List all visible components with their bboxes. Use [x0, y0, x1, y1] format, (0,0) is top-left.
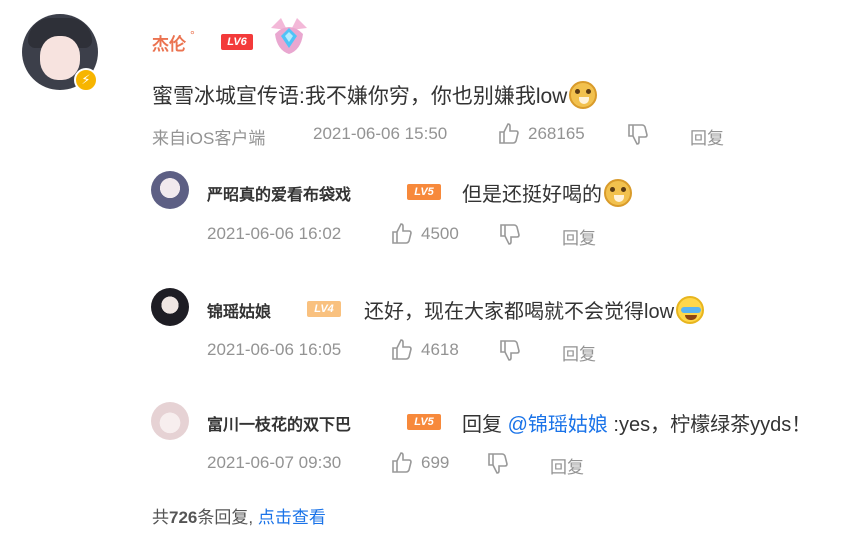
dislike-icon[interactable] [498, 338, 522, 362]
like-icon[interactable] [390, 222, 414, 246]
view-all-replies-link[interactable]: 点击查看 [258, 508, 326, 527]
reply-summary: 共726条回复, 点击查看 [152, 508, 326, 527]
doge-rose-emoji-icon [604, 179, 632, 207]
reply-text: 还好，现在大家都喝就不会觉得low [364, 295, 705, 324]
reply-button[interactable]: 回复 [550, 453, 584, 478]
avatar[interactable] [151, 288, 189, 326]
degree-icon: ° [190, 28, 195, 42]
dislike-icon[interactable] [498, 222, 522, 246]
verified-badge-icon: ⚡ [74, 68, 98, 92]
reply-text: 回复 @锦瑶姑娘 :yes，柠檬绿茶yyds！ [462, 414, 812, 436]
medal-icon [271, 18, 307, 54]
like-icon[interactable] [390, 451, 414, 475]
dislike-icon[interactable] [626, 122, 650, 146]
level-badge: LV4 [307, 301, 341, 317]
reply-username[interactable]: 富川一枝花的双下巴 [207, 411, 351, 435]
mention-link[interactable]: @锦瑶姑娘 [508, 414, 608, 436]
like-count: 4618 [421, 340, 459, 359]
comment-text: 蜜雪冰城宣传语:我不嫌你穷，你也别嫌我low [152, 80, 598, 110]
reply-text: 但是还挺好喝的 [462, 178, 632, 207]
avatar[interactable] [151, 171, 189, 209]
reply-button[interactable]: 回复 [690, 124, 724, 149]
reply-timestamp: 2021-06-06 16:02 [207, 224, 342, 243]
level-badge: LV5 [407, 184, 441, 200]
reply-timestamp: 2021-06-07 09:30 [207, 453, 342, 472]
comment-source: 来自iOS客户端 [152, 129, 266, 148]
comment-timestamp: 2021-06-06 15:50 [313, 124, 448, 143]
level-badge: LV6 [221, 34, 253, 50]
avatar[interactable] [151, 402, 189, 440]
dislike-icon[interactable] [486, 451, 510, 475]
reply-username[interactable]: 严昭真的爱看布袋戏 [207, 181, 351, 205]
doge-emoji-icon [569, 81, 598, 109]
reply-button[interactable]: 回复 [562, 224, 596, 249]
reply-timestamp: 2021-06-06 16:05 [207, 340, 342, 359]
reply-button[interactable]: 回复 [562, 340, 596, 365]
like-icon[interactable] [390, 338, 414, 362]
main-username[interactable]: 杰伦 [152, 30, 186, 55]
reply-username[interactable]: 锦瑶姑娘 [207, 298, 271, 322]
like-icon[interactable] [497, 122, 521, 146]
like-count: 4500 [421, 224, 459, 243]
level-badge: LV5 [407, 414, 441, 430]
crying-emoji-icon [676, 296, 705, 324]
like-count: 268165 [528, 124, 585, 143]
like-count: 699 [421, 453, 450, 472]
